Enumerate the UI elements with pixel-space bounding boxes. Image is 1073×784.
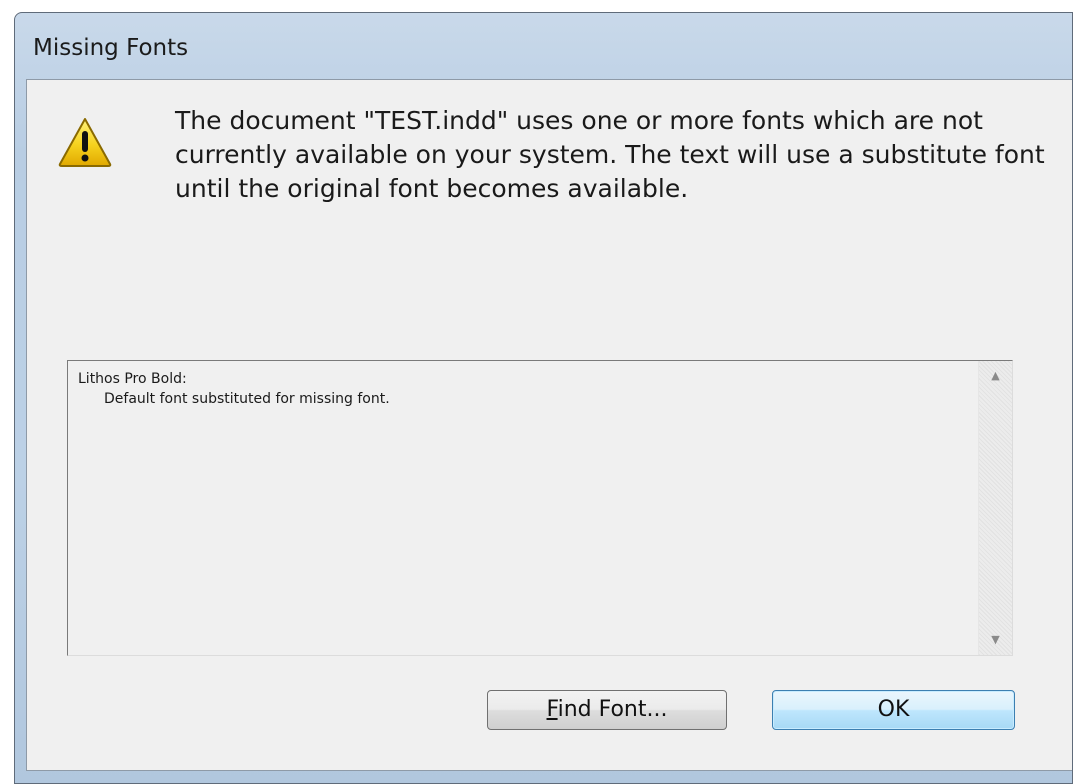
- missing-fonts-list[interactable]: Lithos Pro Bold: Default font substituted…: [67, 360, 1013, 656]
- dialog-title: Missing Fonts: [33, 35, 189, 61]
- missing-font-detail: Default font substituted for missing fon…: [104, 391, 390, 407]
- dialog-message: The document "TEST.indd" uses one or mor…: [175, 106, 1045, 203]
- scroll-up-arrow-icon[interactable]: ▲: [979, 361, 1012, 391]
- find-font-mnemonic: F: [546, 697, 558, 722]
- scroll-down-arrow-icon[interactable]: ▼: [979, 625, 1012, 655]
- find-font-button[interactable]: Find Font...: [487, 690, 727, 730]
- dialog-body: The document "TEST.indd" uses one or mor…: [26, 79, 1072, 771]
- list-item: Lithos Pro Bold: Default font substituted…: [78, 369, 390, 409]
- missing-fonts-dialog: Missing Fonts The document "TEST.indd" u…: [14, 12, 1073, 784]
- ok-button[interactable]: OK: [772, 690, 1015, 730]
- missing-font-name: Lithos Pro Bold:: [78, 371, 187, 387]
- find-font-label: ind Font...: [557, 697, 668, 722]
- warning-icon: [58, 118, 112, 167]
- title-bar[interactable]: Missing Fonts: [15, 13, 1072, 73]
- vertical-scrollbar[interactable]: ▲ ▼: [978, 361, 1012, 655]
